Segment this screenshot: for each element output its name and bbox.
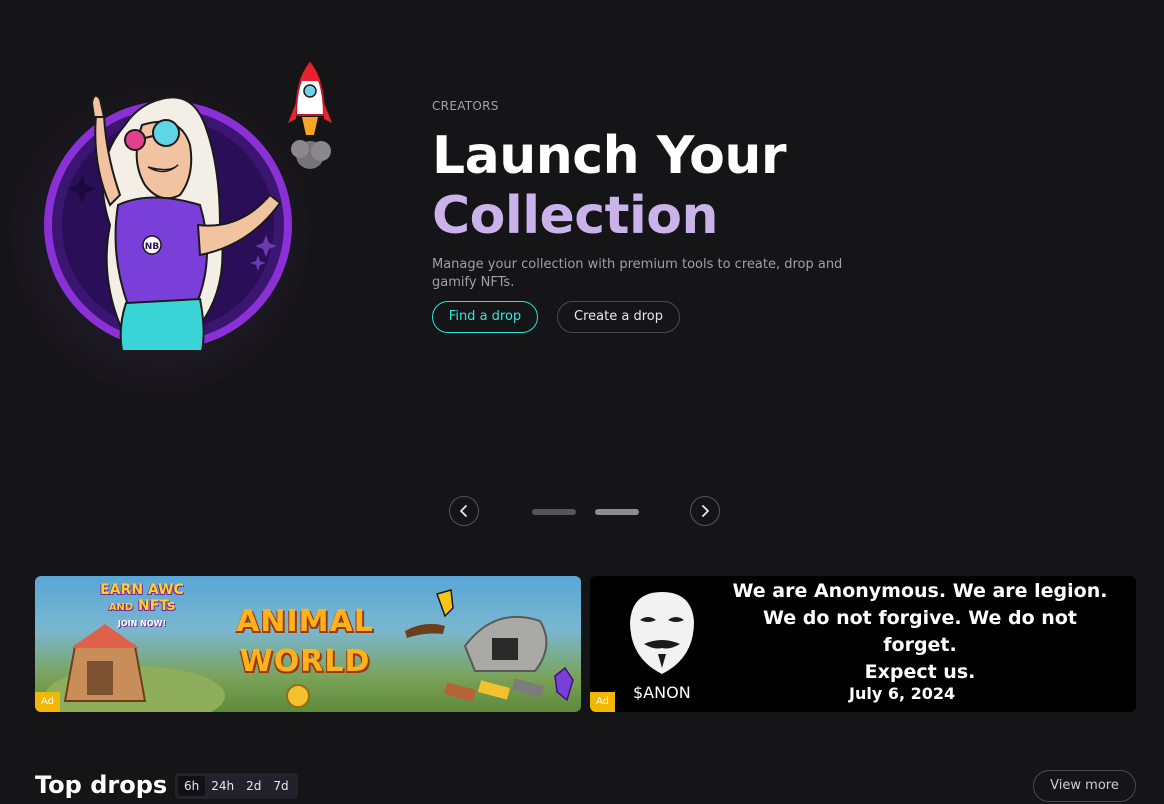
top-drops-title: Top drops bbox=[35, 771, 168, 799]
time-range-tabs: 6h 24h 2d 7d bbox=[175, 773, 298, 799]
carousel-dot-2[interactable] bbox=[595, 509, 639, 515]
earn-line1: EARN AWC bbox=[100, 582, 184, 598]
hero-character-svg: NB bbox=[44, 61, 332, 352]
create-drop-button[interactable]: Create a drop bbox=[557, 301, 680, 333]
chevron-right-icon bbox=[702, 505, 709, 517]
view-more-button[interactable]: View more bbox=[1033, 770, 1136, 802]
range-tab-7d[interactable]: 7d bbox=[267, 773, 294, 799]
earn-line2: AND bbox=[108, 602, 134, 613]
page: NB CREATORS Launch Your Collection Manag bbox=[0, 0, 1164, 804]
hero-title: Launch Your Collection bbox=[432, 126, 786, 246]
animal-world-banner[interactable]: EARN AWC AND NFTs JOIN NOW! ANIMAL WORLD… bbox=[35, 576, 581, 712]
hero-eyebrow: CREATORS bbox=[432, 99, 499, 113]
ad-badge: Ad bbox=[590, 692, 615, 712]
svg-text:NB: NB bbox=[145, 242, 160, 252]
animal-world-line1: ANIMAL bbox=[236, 604, 374, 639]
earn-line4: JOIN NOW! bbox=[117, 619, 167, 628]
hero-title-line1: Launch Your bbox=[432, 126, 786, 186]
carousel-dot-1[interactable] bbox=[532, 509, 576, 515]
anonymous-line2: We do not forgive. We do not forget. bbox=[763, 607, 1077, 656]
anonymous-banner[interactable]: We are Anonymous. We are legion. We do n… bbox=[590, 576, 1136, 712]
ad-badge: Ad bbox=[35, 692, 60, 712]
find-drop-button[interactable]: Find a drop bbox=[432, 301, 538, 333]
animal-world-line2: WORLD bbox=[239, 644, 371, 679]
carousel-next-button[interactable] bbox=[690, 496, 720, 526]
hero-title-line2: Collection bbox=[432, 186, 719, 246]
anon-date: July 6, 2024 bbox=[849, 684, 956, 703]
earn-awc-text: EARN AWC AND NFTs JOIN NOW! bbox=[87, 582, 197, 632]
range-tab-2d[interactable]: 2d bbox=[240, 773, 267, 799]
anonymous-line1: We are Anonymous. We are legion. bbox=[732, 580, 1108, 602]
hero-illustration: NB bbox=[10, 55, 350, 395]
anonymous-line3: Expect us. bbox=[864, 661, 976, 683]
anon-ticker: $ANON bbox=[633, 683, 691, 702]
range-tab-6h[interactable]: 6h bbox=[178, 776, 206, 796]
carousel-prev-button[interactable] bbox=[449, 496, 479, 526]
range-tab-24h[interactable]: 24h bbox=[205, 773, 240, 799]
earn-line3: NFTs bbox=[137, 598, 176, 614]
chevron-left-icon bbox=[460, 505, 467, 517]
animal-world-title: ANIMAL WORLD bbox=[225, 602, 385, 682]
hero-description: Manage your collection with premium tool… bbox=[432, 257, 843, 290]
guy-fawkes-mask-icon bbox=[630, 592, 694, 674]
anonymous-message: We are Anonymous. We are legion. We do n… bbox=[730, 578, 1110, 686]
